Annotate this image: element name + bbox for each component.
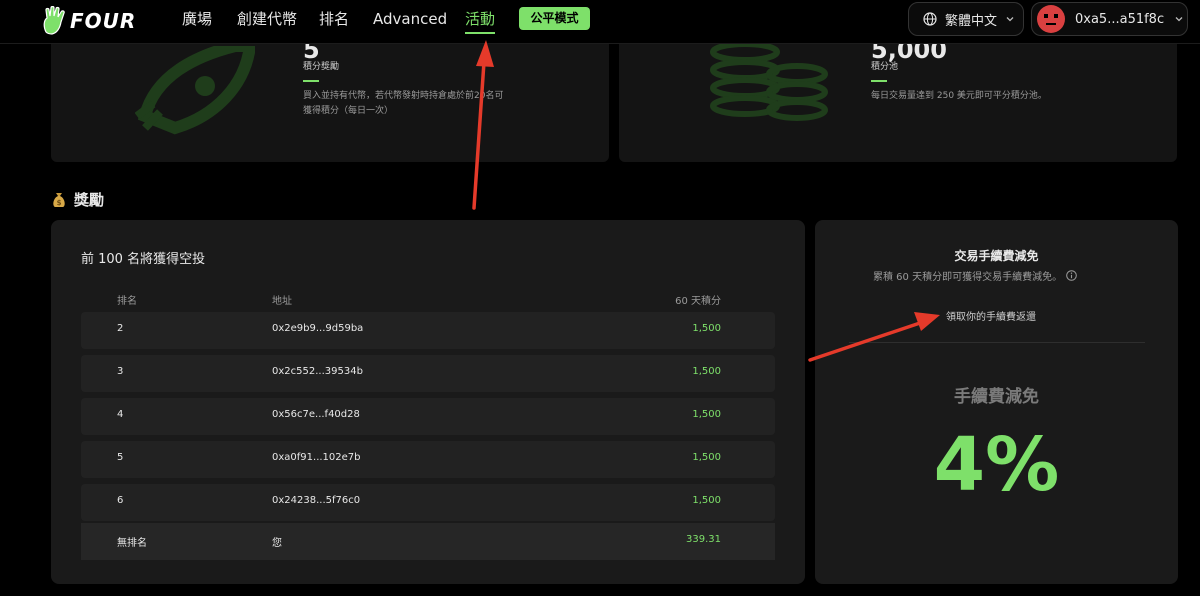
rocket-illustration-icon <box>135 46 255 135</box>
wallet-button[interactable]: 0xa5...a51f8c <box>1031 2 1188 36</box>
points-pool-card: 5,000 積分池 每日交易量達到 250 美元即可平分積分池。 <box>619 44 1177 162</box>
nav-advanced[interactable]: Advanced <box>373 9 447 29</box>
nav-activities[interactable]: 活動 <box>465 9 495 29</box>
globe-icon <box>923 12 937 26</box>
chevron-down-icon <box>1006 17 1014 22</box>
row-points: 1,500 <box>692 452 721 463</box>
four-logo[interactable]: FOUR <box>40 4 144 38</box>
points-reward-desc-1: 買入並持有代幣，若代幣發射時持倉處於前20名可 <box>303 91 504 101</box>
chevron-down-icon <box>1175 17 1183 22</box>
nav-create-token[interactable]: 創建代幣 <box>237 9 297 29</box>
fee-discount-value: 4% <box>933 422 1060 508</box>
table-row: 4 0x56c7e...f40d28 1,500 <box>81 398 775 435</box>
row-points: 1,500 <box>692 495 721 506</box>
svg-text:$: $ <box>57 199 62 207</box>
nav-ranking[interactable]: 排名 <box>319 9 349 29</box>
rewards-title-text: 獎勵 <box>74 191 105 209</box>
airdrop-panel: 前 100 名將獲得空投 排名 地址 60 天積分 2 0x2e9b9...9d… <box>51 220 805 584</box>
airdrop-title: 前 100 名將獲得空投 <box>81 252 206 267</box>
column-header-rank: 排名 <box>117 296 137 307</box>
label-accent <box>303 80 319 82</box>
points-reward-card: 5 積分獎勵 買入並持有代幣，若代幣發射時持倉處於前20名可 獲得積分（每日一次… <box>51 44 609 162</box>
row-address: 0x2e9b9...9d59ba <box>272 323 364 334</box>
row-rank: 4 <box>117 409 124 420</box>
your-address: 您 <box>272 538 282 549</box>
row-address: 0xa0f91...102e7b <box>272 452 361 463</box>
your-rank: 無排名 <box>117 538 147 549</box>
your-points: 339.31 <box>686 534 721 545</box>
fee-rebate-subtitle: 累積 60 天積分即可獲得交易手續費減免。 <box>873 268 1077 283</box>
active-tab-underline <box>465 32 495 34</box>
rewards-title: $ 獎勵 <box>52 189 104 210</box>
avatar <box>1037 5 1065 33</box>
fee-discount-label: 手續費減免 <box>954 387 1039 407</box>
coins-illustration-icon <box>710 44 828 121</box>
row-rank: 3 <box>117 366 124 377</box>
hand-logo-icon <box>43 6 65 35</box>
language-label: 繁體中文 <box>945 13 998 29</box>
row-rank: 6 <box>117 495 124 506</box>
row-points: 1,500 <box>692 366 721 377</box>
fee-rebate-title: 交易手續費減免 <box>954 249 1039 263</box>
fee-rebate-panel: 交易手續費減免 累積 60 天積分即可獲得交易手續費減免。 領取你的手續費返還 … <box>815 220 1178 584</box>
row-points: 1,500 <box>692 323 721 334</box>
points-reward-desc-2: 獲得積分（每日一次） <box>303 106 394 116</box>
money-bag-icon: $ <box>53 192 65 207</box>
table-row: 5 0xa0f91...102e7b 1,500 <box>81 441 775 478</box>
row-address: 0x2c552...39534b <box>272 366 363 377</box>
logo-text: FOUR <box>70 9 137 33</box>
column-header-address: 地址 <box>272 296 292 307</box>
divider <box>849 342 1145 343</box>
info-icon[interactable] <box>1066 270 1077 281</box>
language-selector[interactable]: 繁體中文 <box>908 2 1024 36</box>
table-row: 6 0x24238...5f76c0 1,500 <box>81 484 775 521</box>
row-rank: 2 <box>117 323 124 334</box>
row-rank: 5 <box>117 452 124 463</box>
table-row: 3 0x2c552...39534b 1,500 <box>81 355 775 392</box>
points-reward-label: 積分獎勵 <box>303 62 340 72</box>
nav-plaza[interactable]: 廣場 <box>182 9 212 29</box>
your-rank-row: 無排名 您 339.31 <box>81 523 775 560</box>
label-accent <box>871 80 887 82</box>
claim-fee-rebate-link[interactable]: 領取你的手續費返還 <box>946 308 1036 323</box>
wallet-address: 0xa5...a51f8c <box>1075 11 1165 27</box>
points-pool-label: 積分池 <box>871 62 899 72</box>
row-address: 0x56c7e...f40d28 <box>272 409 360 420</box>
row-address: 0x24238...5f76c0 <box>272 495 361 506</box>
column-header-points: 60 天積分 <box>675 296 721 307</box>
points-pool-desc: 每日交易量達到 250 美元即可平分積分池。 <box>871 91 1047 101</box>
top-navbar: FOUR 廣場 創建代幣 排名 Advanced 活動 公平模式 繁體中文 0x… <box>0 0 1200 44</box>
row-points: 1,500 <box>692 409 721 420</box>
fair-mode-button[interactable]: 公平模式 <box>519 7 590 30</box>
fee-rebate-subtitle-text: 累積 60 天積分即可獲得交易手續費減免。 <box>873 272 1063 283</box>
table-row: 2 0x2e9b9...9d59ba 1,500 <box>81 312 775 349</box>
